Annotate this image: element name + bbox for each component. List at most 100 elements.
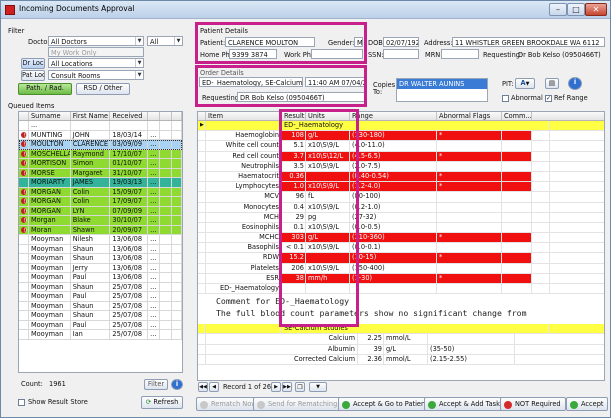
close-button[interactable]: ✕ bbox=[585, 3, 607, 16]
col-received[interactable]: Received bbox=[110, 112, 149, 120]
last-record-icon[interactable]: ▶▶ bbox=[282, 382, 292, 392]
queue-row[interactable]: Mooyman Paul 25/07/08... bbox=[19, 292, 182, 302]
accept-button[interactable]: Accept bbox=[566, 397, 609, 411]
result-row[interactable]: Haemoglobin 108 g/L (130-180) * bbox=[198, 131, 604, 142]
result-value: 39 bbox=[358, 344, 384, 354]
prev-record-icon[interactable]: ◀ bbox=[209, 382, 219, 392]
queue-row[interactable]: Mooyman Paul 13/06/08... bbox=[19, 273, 182, 283]
queue-row[interactable]: ! MUNTING JOHN 18/03/14... bbox=[19, 130, 182, 140]
queue-row[interactable]: Mooyman Ian 25/07/08... bbox=[19, 330, 182, 340]
result-row[interactable]: ESR 38 mm/h (1-30) * bbox=[198, 273, 604, 284]
queue-row[interactable]: Mooyman Shaun 13/06/08... bbox=[19, 254, 182, 264]
next-record-icon[interactable]: ▶ bbox=[271, 382, 281, 392]
queue-row[interactable]: Mooyman Shaun 25/07/08... bbox=[19, 311, 182, 321]
pat-loc-button[interactable]: Pat Loc bbox=[21, 70, 45, 81]
filter-cell-surname[interactable]: ... bbox=[29, 121, 71, 130]
queue-row[interactable]: ! Morgan Blake 30/10/07... bbox=[19, 216, 182, 226]
result-row[interactable]: MCH 29 pg (27-32) bbox=[198, 212, 604, 223]
result-row[interactable]: RDW 15.2 (10-15) * bbox=[198, 253, 604, 264]
queue-row[interactable]: ! Moran Shawn 20/09/07... bbox=[19, 225, 182, 235]
show-result-store-checkbox[interactable] bbox=[18, 399, 25, 406]
copies-to-item[interactable]: DR WALTER AUNINS bbox=[397, 79, 487, 89]
result-row[interactable]: Calcium 2.25 mmol/L bbox=[198, 334, 604, 345]
result-row[interactable]: Red cell count 3.7 x10\S\12/L (4.5-6.5) * bbox=[198, 151, 604, 162]
result-row[interactable]: Albumin 39 g/L (35-50) bbox=[198, 344, 604, 355]
result-row[interactable]: Neutrophils 3.5 x10\S\9/L (2.0-7.5) bbox=[198, 161, 604, 172]
dr-location-select[interactable]: All Locations ▼ bbox=[48, 58, 144, 68]
record-position: Record 1 of 26 bbox=[223, 383, 272, 391]
result-row[interactable]: White cell count 5.1 x10\S\9/L (4.0-11.0) bbox=[198, 141, 604, 152]
result-row[interactable]: Lymphocytes 1.0 x10\S\9/L (1.2-4.0) * bbox=[198, 182, 604, 193]
result-row[interactable]: MCV 96 fL (80-100) bbox=[198, 192, 604, 203]
tab-rsd-other[interactable]: RSD / Other bbox=[76, 83, 130, 95]
result-row[interactable]: Platelets 206 x10\S\9/L (150-400) bbox=[198, 263, 604, 274]
tab-path-rad[interactable]: Path. / Rad. bbox=[18, 83, 72, 95]
queue-row[interactable]: Mooyman Shaun 25/07/08... bbox=[19, 282, 182, 292]
queue-row[interactable]: ! MORGAN LYN 07/09/09... bbox=[19, 206, 182, 216]
section-row-calcium[interactable]: SE-Calcium Studies bbox=[198, 324, 604, 335]
pit-dropdown-button[interactable]: A▼ bbox=[515, 78, 535, 89]
info-icon[interactable]: i bbox=[568, 77, 582, 90]
queue-row[interactable]: ! MORGAN Colin 17/09/07... bbox=[19, 197, 182, 207]
queue-filter-row[interactable]: ... bbox=[19, 121, 182, 131]
col-first-name[interactable]: First Name bbox=[71, 112, 111, 120]
refresh-button[interactable]: ⟳ Refresh bbox=[141, 396, 183, 409]
queue-surname: MORGAN bbox=[29, 187, 71, 196]
section-row-haematology[interactable]: ▶ ED-_Haematology bbox=[198, 121, 604, 132]
maximize-button[interactable]: □ bbox=[567, 3, 585, 16]
result-row[interactable]: Corrected Calcium 2.36 mmol/L (2.15-2.55) bbox=[198, 354, 604, 365]
queue-row[interactable]: ! MOSCHELLA Raymond 17/10/07... bbox=[19, 149, 182, 159]
first-record-icon[interactable]: ◀◀ bbox=[198, 382, 208, 392]
queue-row[interactable]: ! MORSE Margaret 31/10/07... bbox=[19, 168, 182, 178]
col-range[interactable]: Range bbox=[350, 112, 437, 120]
accept-go-patient-button[interactable]: Accept & Go to Patient bbox=[338, 397, 433, 411]
queue-row[interactable]: Mooyman Nilesh 13/06/08... bbox=[19, 235, 182, 245]
not-required-button[interactable]: NOT Required bbox=[500, 397, 566, 411]
minimize-button[interactable]: – bbox=[549, 3, 567, 16]
address-field[interactable]: 11 WHISTLER GREEN BROOKDALE WA 6112 bbox=[452, 37, 605, 47]
ssn-field[interactable] bbox=[383, 49, 419, 59]
queue-row[interactable]: ! MOULTON CLARENCE 03/09/09... bbox=[19, 140, 182, 150]
ref-range-checkbox[interactable]: ✓ bbox=[545, 95, 552, 102]
filter-cell-received[interactable] bbox=[110, 121, 149, 130]
result-comment bbox=[502, 202, 532, 212]
copies-to-list[interactable]: DR WALTER AUNINS bbox=[396, 78, 488, 102]
queue-first-name: Paul bbox=[71, 273, 111, 282]
info-icon[interactable]: i bbox=[171, 379, 183, 390]
col-abnormal-flags[interactable]: Abnormal Flags bbox=[437, 112, 502, 120]
send-for-rematching-button[interactable]: Send for Rematching bbox=[253, 397, 343, 411]
results-grid[interactable]: Item Result Units Range Abnormal Flags C… bbox=[197, 111, 605, 381]
queue-row[interactable]: Mooyman Shaun 25/07/08... bbox=[19, 301, 182, 311]
result-row[interactable]: Basophils < 0.1 x10\S\9/L (0.0-0.1) bbox=[198, 243, 604, 254]
queue-row[interactable]: Mooyman Shaun 13/06/08... bbox=[19, 244, 182, 254]
result-row[interactable]: ED-_Haematology bbox=[198, 284, 604, 295]
col-surname[interactable]: Surname bbox=[29, 112, 71, 120]
queue-row[interactable]: MORIARTY JAMES 19/03/13... bbox=[19, 178, 182, 188]
mrn-field[interactable] bbox=[441, 49, 479, 59]
queue-row[interactable]: ! MORTISON Simon 01/10/07... bbox=[19, 159, 182, 169]
result-row[interactable]: Eosinophils 0.1 x10\S\9/L (0.0-0.5) bbox=[198, 222, 604, 234]
print-icon[interactable]: ▤ bbox=[545, 78, 559, 89]
accept-add-task-button[interactable]: Accept & Add Task bbox=[424, 397, 505, 411]
col-item[interactable]: Item bbox=[206, 112, 282, 120]
filter-button[interactable]: Filter bbox=[144, 379, 168, 390]
result-row[interactable]: Monocytes 0.4 x10\S\9/L (0.2-1.0) bbox=[198, 202, 604, 213]
queue-row[interactable]: Mooyman Paul 25/07/08... bbox=[19, 320, 182, 330]
pat-location-select[interactable]: Consult Rooms ▼ bbox=[48, 70, 144, 80]
queue-table[interactable]: Surname First Name Received ... ! MUNTING… bbox=[18, 111, 183, 373]
doctor-scope-select[interactable]: All ▼ bbox=[147, 36, 183, 46]
col-comments[interactable]: Comm... bbox=[502, 112, 532, 120]
abnormal-checkbox[interactable] bbox=[502, 95, 509, 102]
queue-row[interactable]: Mooyman Jerry 13/06/08... bbox=[19, 263, 182, 273]
filter-cell-first[interactable] bbox=[71, 121, 111, 130]
doctor-select[interactable]: All Doctors ▼ bbox=[48, 36, 144, 46]
queue-row[interactable]: ! MORGAN Colin 15/09/07... bbox=[19, 187, 182, 197]
dr-loc-button[interactable]: Dr Loc bbox=[21, 58, 45, 69]
view-mode-dropdown[interactable]: ▼ bbox=[309, 382, 327, 392]
result-row[interactable]: MCHC 303 g/L (310-360) * bbox=[198, 233, 604, 244]
copy-icon[interactable]: ❐ bbox=[295, 382, 305, 392]
dob-field[interactable]: 02/07/1928 bbox=[383, 37, 419, 47]
result-row[interactable]: Haematocrit 0.36 (0.40-0.54) * bbox=[198, 171, 604, 183]
rematch-now-button[interactable]: Rematch Now bbox=[196, 397, 262, 411]
row-indicator bbox=[198, 212, 206, 222]
